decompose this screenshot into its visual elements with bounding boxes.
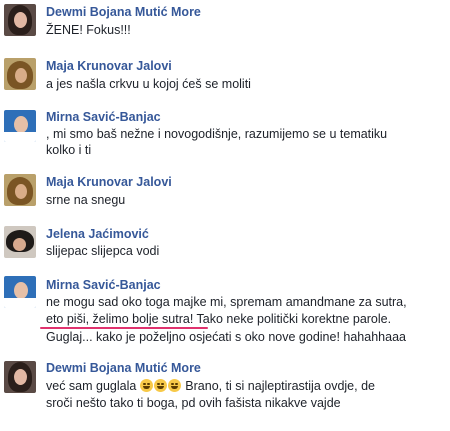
comment-text: ne mogu sad oko toga majke mi, spremam a…: [46, 295, 407, 309]
comment-text: sroči nešto tako ti boga, pd ovih fašist…: [46, 396, 341, 410]
comment-author[interactable]: Maja Krunovar Jalovi: [46, 175, 172, 189]
comment-text-end: Brano, ti si najleptirastija ovdje, de: [181, 379, 375, 393]
comment-text: eto piši, želimo bolje sutra! Tako neke …: [46, 312, 392, 326]
comment-text: Guglaj... kako je poželjno osjećati s ok…: [46, 330, 406, 344]
comment-text: ŽENE! Fokus!!!: [46, 23, 131, 37]
comment-text: , mi smo baš nežne i novogodišnje, razum…: [46, 127, 388, 141]
comment-text: slijepac slijepca vodi: [46, 244, 160, 258]
avatar[interactable]: [4, 361, 36, 393]
comment-author[interactable]: Jelena Jaćimović: [46, 227, 149, 241]
avatar[interactable]: [4, 276, 36, 308]
comment-text: kolko i ti: [46, 143, 92, 157]
comment-text: a jes našla crkvu u kojoj ćeš se moliti: [46, 77, 251, 91]
comment-text: već sam guglala Brano, ti si najleptiras…: [46, 378, 375, 394]
comment-author[interactable]: Mirna Savić-Banjac: [46, 110, 161, 124]
avatar[interactable]: [4, 226, 36, 258]
comment-text-start: već sam guglala: [46, 379, 140, 393]
laughing-emoji-icon: [139, 379, 153, 392]
avatar[interactable]: [4, 4, 36, 36]
comment-author[interactable]: Maja Krunovar Jalovi: [46, 59, 172, 73]
comment-author[interactable]: Mirna Savić-Banjac: [46, 278, 161, 292]
avatar[interactable]: [4, 110, 36, 142]
laughing-emoji-icon: [167, 379, 181, 392]
avatar[interactable]: [4, 174, 36, 206]
comment-author[interactable]: Dewmi Bojana Mutić More: [46, 5, 201, 19]
laughing-emoji-icon: [153, 379, 167, 392]
avatar[interactable]: [4, 58, 36, 90]
comment-author[interactable]: Dewmi Bojana Mutić More: [46, 361, 201, 375]
comment-text: srne na snegu: [46, 193, 126, 207]
